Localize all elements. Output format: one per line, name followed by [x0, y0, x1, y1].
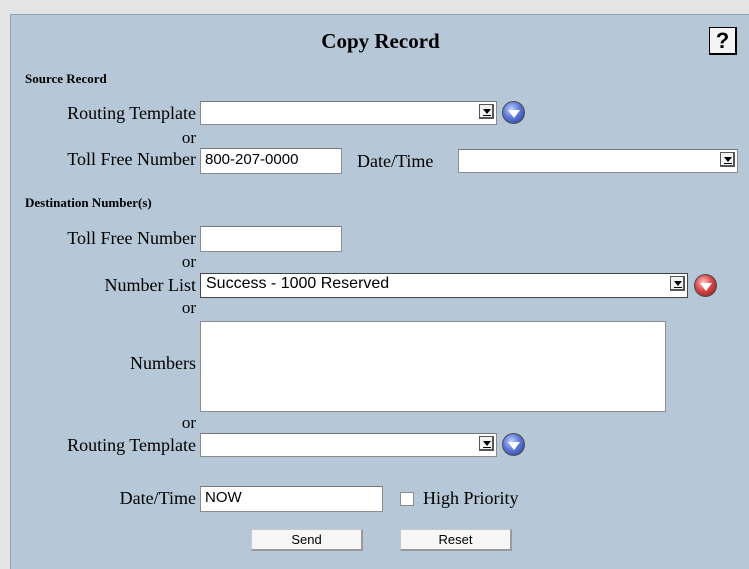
page-title: Copy Record	[321, 29, 440, 53]
numbers-label: Numbers	[130, 353, 196, 373]
chevron-down-icon[interactable]	[479, 436, 494, 451]
source-toll-free-input[interactable]: 800-207-0000	[200, 148, 342, 174]
dest-toll-free-input[interactable]	[200, 226, 342, 252]
copy-record-panel: Copy Record ? Source Record Routing Temp…	[10, 14, 749, 569]
numbers-textarea[interactable]	[200, 321, 666, 412]
red-dropdown-orb-icon[interactable]	[694, 274, 717, 297]
chevron-down-icon[interactable]	[479, 104, 494, 119]
or-separator: or	[181, 252, 196, 271]
dest-routing-template-label: Routing Template	[67, 435, 196, 455]
source-routing-template-label: Routing Template	[67, 103, 196, 123]
number-list-value: Success - 1000 Reserved	[206, 275, 390, 292]
footer-datetime-label: Date/Time	[119, 488, 196, 508]
send-button[interactable]: Send	[251, 529, 363, 551]
source-routing-template-select[interactable]	[200, 101, 497, 125]
footer-datetime-input[interactable]: NOW	[200, 486, 383, 512]
source-datetime-label: Date/Time	[357, 151, 434, 171]
destination-section-title: Destination Number(s)	[25, 195, 152, 210]
dest-toll-free-label: Toll Free Number	[67, 228, 196, 248]
blue-dropdown-orb-icon[interactable]	[502, 433, 525, 456]
chevron-down-icon[interactable]	[720, 152, 735, 167]
high-priority-checkbox[interactable]	[400, 492, 414, 506]
source-toll-free-label: Toll Free Number	[67, 149, 196, 169]
dest-routing-template-select[interactable]	[200, 433, 497, 457]
or-separator: or	[181, 298, 196, 317]
high-priority-label: High Priority	[423, 488, 519, 508]
source-section-title: Source Record	[25, 71, 107, 86]
help-button[interactable]: ?	[709, 27, 737, 55]
or-separator: or	[181, 128, 196, 147]
reset-button[interactable]: Reset	[400, 529, 512, 551]
or-separator: or	[181, 413, 196, 432]
number-list-select[interactable]: Success - 1000 Reserved	[200, 273, 688, 298]
number-list-label: Number List	[104, 275, 197, 295]
source-datetime-select[interactable]	[458, 149, 738, 173]
chevron-down-icon[interactable]	[670, 276, 685, 291]
blue-dropdown-orb-icon[interactable]	[502, 101, 525, 124]
